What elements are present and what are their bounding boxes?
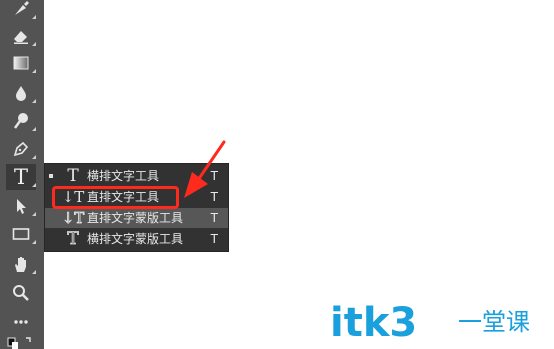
more-icon bbox=[11, 312, 31, 332]
watermark-suffix: 一堂课 bbox=[458, 308, 530, 336]
path-selection-tool-button[interactable] bbox=[6, 193, 36, 219]
menu-item-label: 横排文字蒙版工具 bbox=[87, 232, 184, 246]
annotation-arrow-icon bbox=[184, 140, 226, 198]
horizontal-type-icon: T bbox=[67, 166, 79, 186]
tools-panel: T bbox=[0, 0, 44, 349]
menu-item-label: 直排文字蒙版工具 bbox=[87, 211, 184, 225]
dodge-tool-button[interactable] bbox=[6, 108, 36, 134]
swap-colors-icon bbox=[6, 334, 36, 349]
eraser-tool-button[interactable] bbox=[6, 23, 36, 49]
pen-icon bbox=[11, 139, 31, 159]
vertical-type-mask-icon: ↓T bbox=[61, 209, 85, 228]
highlight-box bbox=[52, 186, 179, 209]
blur-drop-icon bbox=[11, 83, 31, 103]
zoom-tool-button[interactable] bbox=[6, 280, 36, 306]
blur-tool-button[interactable] bbox=[6, 80, 36, 106]
menu-item-shortcut: T bbox=[210, 232, 218, 246]
path-selection-icon bbox=[11, 196, 31, 216]
menu-item-label: 横排文字工具 bbox=[87, 169, 160, 183]
brush-tool-button[interactable] bbox=[6, 0, 36, 22]
pen-tool-button[interactable] bbox=[6, 136, 36, 162]
more-tools-button[interactable] bbox=[6, 309, 36, 335]
gradient-icon bbox=[11, 53, 31, 73]
rectangle-tool-button[interactable] bbox=[6, 221, 36, 247]
type-icon: T bbox=[13, 164, 28, 189]
zoom-icon bbox=[11, 283, 31, 303]
brush-icon bbox=[11, 0, 31, 19]
selected-bullet-icon bbox=[49, 174, 53, 178]
menu-item-vertical-type-mask[interactable]: ↓T 直排文字蒙版工具 T bbox=[45, 208, 228, 228]
dodge-icon bbox=[11, 111, 31, 131]
eraser-icon bbox=[11, 26, 31, 46]
menu-item-horizontal-type-mask[interactable]: T 横排文字蒙版工具 T bbox=[45, 229, 228, 250]
hand-icon bbox=[11, 254, 31, 274]
gradient-tool-button[interactable] bbox=[6, 50, 36, 76]
rectangle-icon bbox=[11, 224, 31, 244]
menu-item-shortcut: T bbox=[210, 211, 218, 225]
type-tool-button[interactable]: T bbox=[6, 164, 36, 190]
horizontal-type-mask-icon: T bbox=[67, 229, 79, 250]
hand-tool-button[interactable] bbox=[6, 251, 36, 277]
color-swatches[interactable] bbox=[6, 334, 36, 349]
watermark-brand: itk3 bbox=[330, 300, 417, 346]
itk3-watermark-logo: itk3 一堂课 bbox=[330, 300, 530, 346]
